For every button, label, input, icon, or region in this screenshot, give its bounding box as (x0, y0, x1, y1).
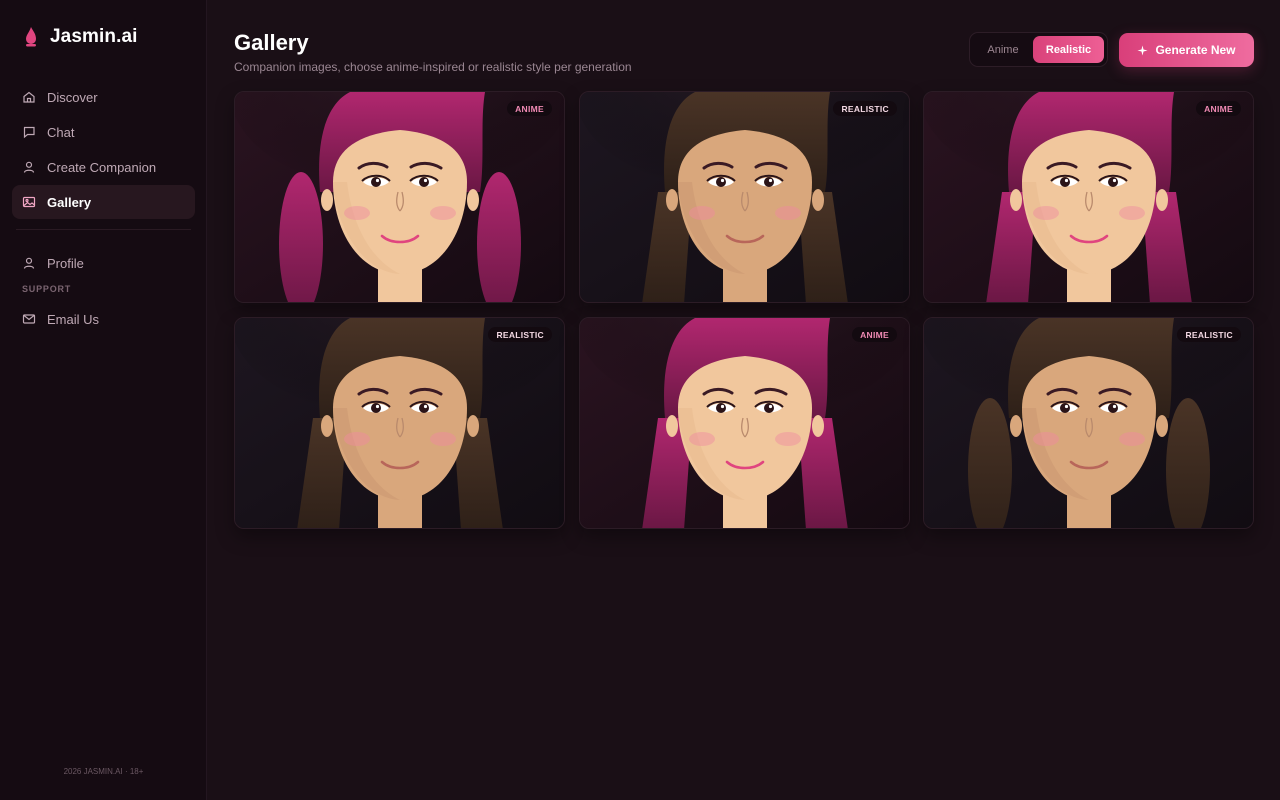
style-badge: REALISTIC (833, 101, 897, 116)
mail-icon (22, 312, 36, 326)
sidebar-item-chat[interactable]: Chat (12, 115, 195, 149)
companion-portrait (580, 92, 909, 302)
sidebar-item-label: Discover (47, 89, 98, 105)
companion-portrait (235, 92, 564, 302)
footer-note: 2026 JASMIN.AI · 18+ (63, 767, 144, 776)
style-badge: ANIME (507, 101, 552, 116)
sidebar-item-label: Chat (47, 124, 75, 140)
style-badge: ANIME (1196, 101, 1241, 116)
toggle-anime[interactable]: Anime (973, 36, 1033, 63)
sidebar-item-label: Gallery (47, 194, 92, 210)
sidebar-item-discover[interactable]: Discover (12, 80, 195, 114)
sidebar-nav: Discover Chat Create Companion Gallery P… (12, 80, 195, 337)
sidebar: Jasmin.ai Discover Chat Create Companion… (0, 0, 207, 800)
gallery-card[interactable]: REALISTIC (923, 317, 1254, 529)
page-subtitle: Companion images, choose anime-inspired … (234, 60, 632, 74)
sidebar-item-email-us[interactable]: Email Us (12, 302, 195, 336)
companion-portrait (580, 318, 909, 528)
image-icon (22, 195, 36, 209)
sparkle-icon (1137, 44, 1149, 56)
user-icon (22, 160, 36, 174)
user-icon (22, 256, 36, 270)
sidebar-item-create-companion[interactable]: Create Companion (12, 150, 195, 184)
generate-new-label: Generate New (1155, 43, 1236, 57)
chat-bubble-icon (22, 125, 36, 139)
home-icon (22, 90, 36, 104)
flame-logo-icon (26, 27, 36, 47)
gallery-card[interactable]: ANIME (234, 91, 565, 303)
sidebar-item-label: Profile (47, 255, 84, 271)
companion-portrait (924, 92, 1253, 302)
sidebar-item-gallery[interactable]: Gallery (12, 185, 195, 219)
sidebar-item-profile[interactable]: Profile (12, 246, 195, 280)
gallery-card[interactable]: REALISTIC (234, 317, 565, 529)
gallery-card[interactable]: ANIME (579, 317, 910, 529)
style-badge: REALISTIC (1177, 327, 1241, 342)
gallery-card[interactable]: ANIME (923, 91, 1254, 303)
gallery-card[interactable]: REALISTIC (579, 91, 910, 303)
generate-new-button[interactable]: Generate New (1119, 33, 1254, 67)
style-badge: REALISTIC (488, 327, 552, 342)
sidebar-section-heading: SUPPORT (22, 284, 72, 294)
brand[interactable]: Jasmin.ai (24, 26, 138, 48)
style-badge: ANIME (852, 327, 897, 342)
sidebar-divider (16, 229, 191, 230)
toggle-realistic[interactable]: Realistic (1033, 36, 1104, 63)
companion-portrait (235, 318, 564, 528)
brand-name: Jasmin.ai (50, 26, 138, 47)
companion-portrait (924, 318, 1253, 528)
sidebar-item-label: Email Us (47, 311, 100, 327)
style-toggle: Anime Realistic (969, 32, 1108, 67)
sidebar-item-label: Create Companion (47, 159, 157, 175)
page-title: Gallery (234, 30, 309, 55)
